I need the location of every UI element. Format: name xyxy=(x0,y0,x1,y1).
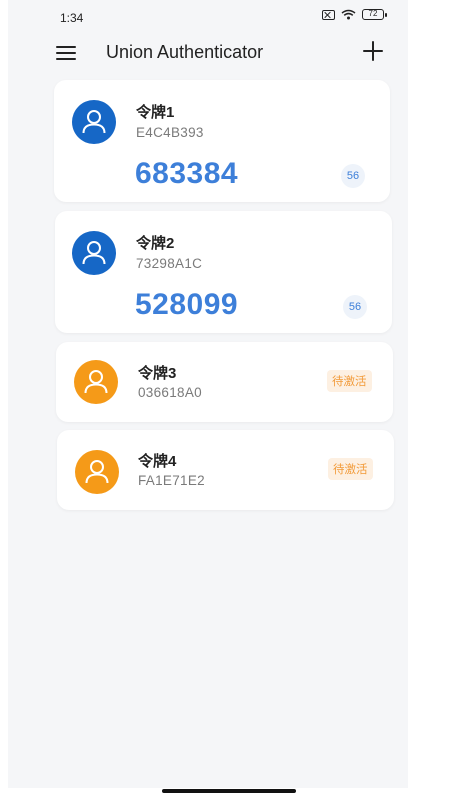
token-name: 令牌4 xyxy=(138,453,177,470)
token-card-1[interactable]: 令牌1 E4C4B393 683384 56 xyxy=(54,80,390,202)
avatar xyxy=(72,100,116,144)
countdown-timer: 56 xyxy=(341,164,365,188)
token-name: 令牌2 xyxy=(136,235,175,252)
avatar xyxy=(75,450,119,494)
token-name: 令牌1 xyxy=(136,104,175,121)
token-serial: FA1E71E2 xyxy=(138,473,205,488)
user-icon xyxy=(82,241,106,265)
token-code[interactable]: 528099 xyxy=(135,288,238,322)
token-serial: 73298A1C xyxy=(136,256,203,271)
user-icon xyxy=(82,110,106,134)
countdown-timer: 56 xyxy=(343,295,367,319)
battery-icon: 72 xyxy=(362,9,387,20)
token-code[interactable]: 683384 xyxy=(135,157,238,191)
token-card-2[interactable]: 令牌2 73298A1C 528099 56 xyxy=(55,211,392,333)
avatar xyxy=(74,360,118,404)
user-icon xyxy=(84,370,108,394)
app-title: Union Authenticator xyxy=(106,42,264,62)
inactive-badge: 待激活 xyxy=(327,370,372,392)
token-serial: E4C4B393 xyxy=(136,125,204,140)
home-indicator[interactable] xyxy=(162,789,296,793)
menu-icon[interactable] xyxy=(56,44,78,62)
avatar xyxy=(72,231,116,275)
token-card-4[interactable]: 令牌4 FA1E71E2 待激活 xyxy=(57,430,394,510)
user-icon xyxy=(85,460,109,484)
status-time: 1:34 xyxy=(60,11,84,25)
token-name: 令牌3 xyxy=(138,365,177,382)
token-card-3[interactable]: 令牌3 036618A0 待激活 xyxy=(56,342,393,422)
sim-x-icon xyxy=(322,9,335,20)
add-icon[interactable] xyxy=(362,40,384,62)
status-bar: 1:34 72 xyxy=(8,0,408,32)
wifi-icon xyxy=(341,9,356,20)
inactive-badge: 待激活 xyxy=(328,458,373,480)
status-icons: 72 xyxy=(322,9,387,20)
token-serial: 036618A0 xyxy=(138,385,202,400)
